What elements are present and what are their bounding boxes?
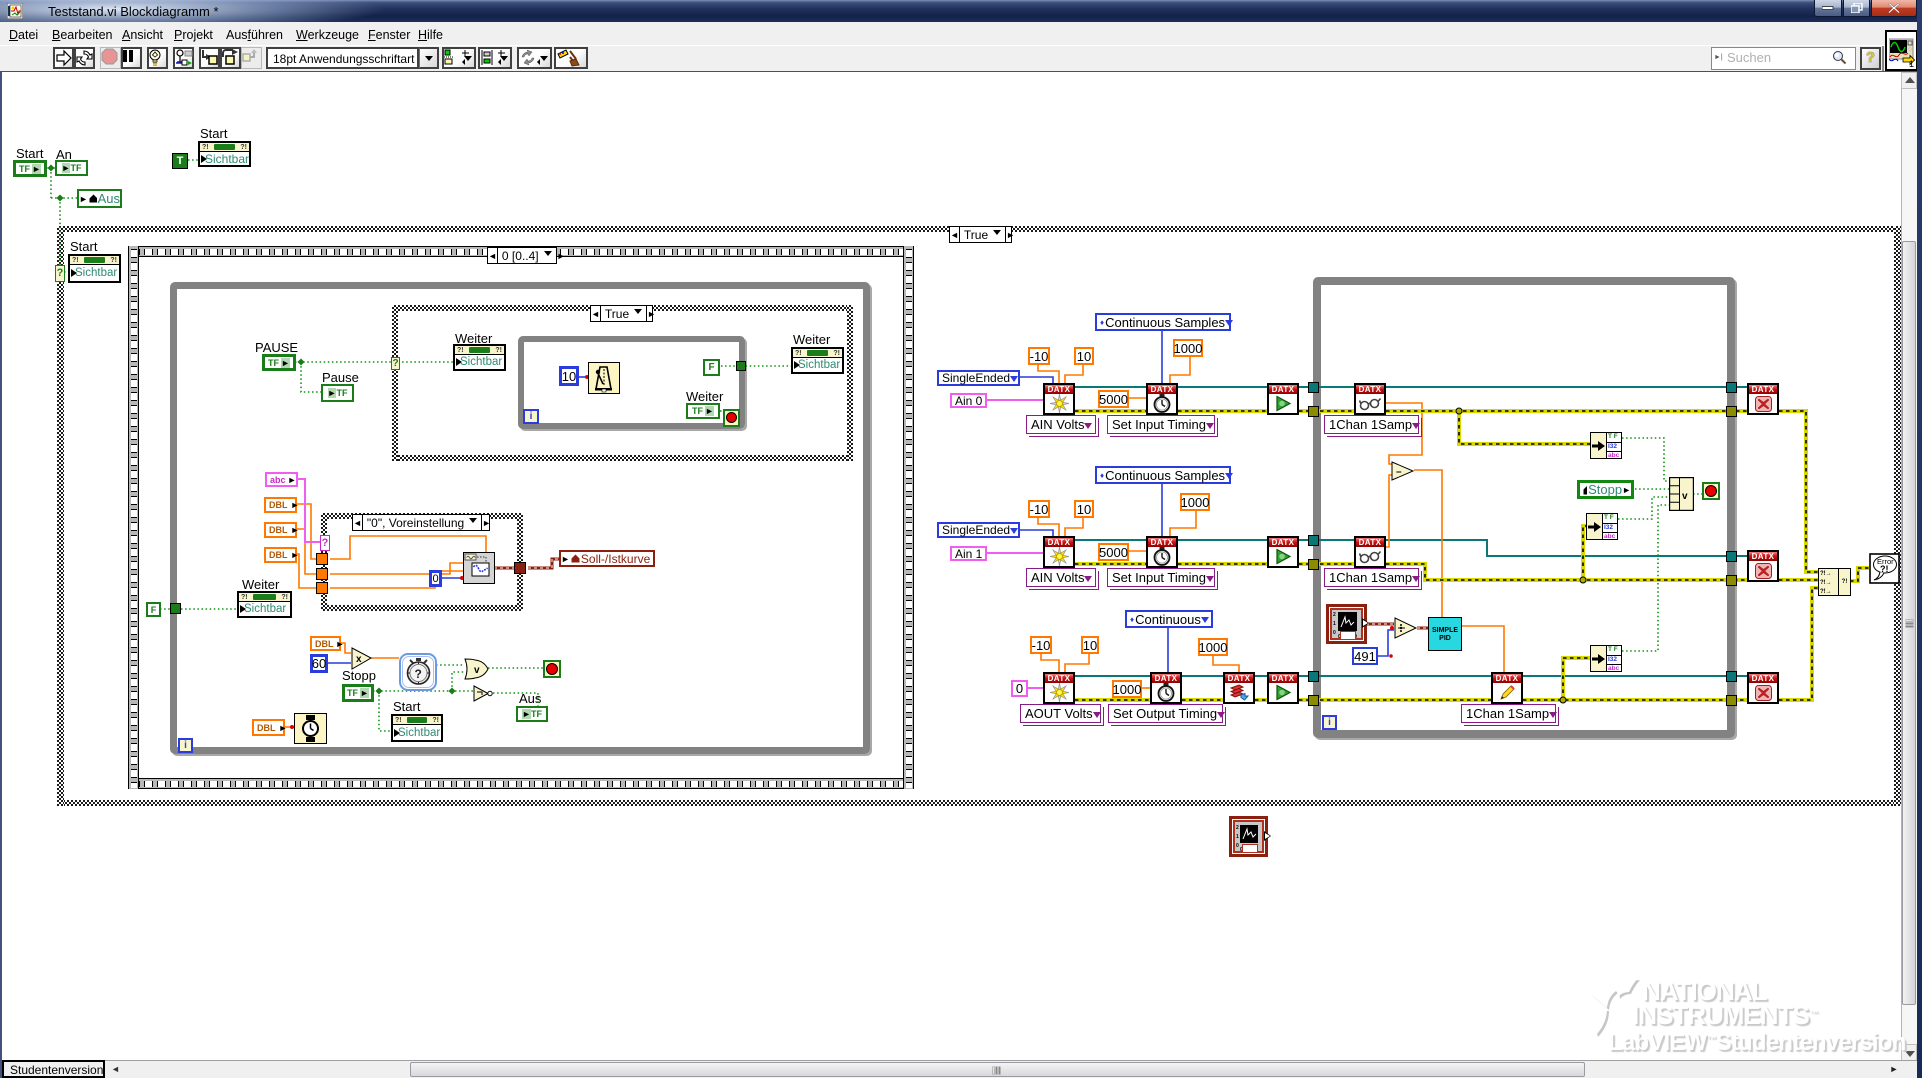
svg-text:–: –: [1396, 467, 1402, 478]
svg-text:1: 1: [1333, 621, 1336, 627]
svg-text:?: ?: [415, 667, 422, 681]
svg-text:2: 2: [1236, 825, 1239, 831]
svg-text:2: 2: [1333, 612, 1336, 618]
svg-text:x: x: [356, 654, 362, 665]
svg-text:v: v: [1682, 491, 1688, 502]
svg-text:?!: ?!: [1880, 564, 1889, 574]
svg-text:0: 0: [1236, 843, 1239, 849]
svg-text:1: 1: [1909, 59, 1914, 68]
svg-text:v: v: [474, 665, 480, 676]
svg-text:1: 1: [1236, 834, 1239, 840]
svg-text:0: 0: [1333, 630, 1336, 636]
